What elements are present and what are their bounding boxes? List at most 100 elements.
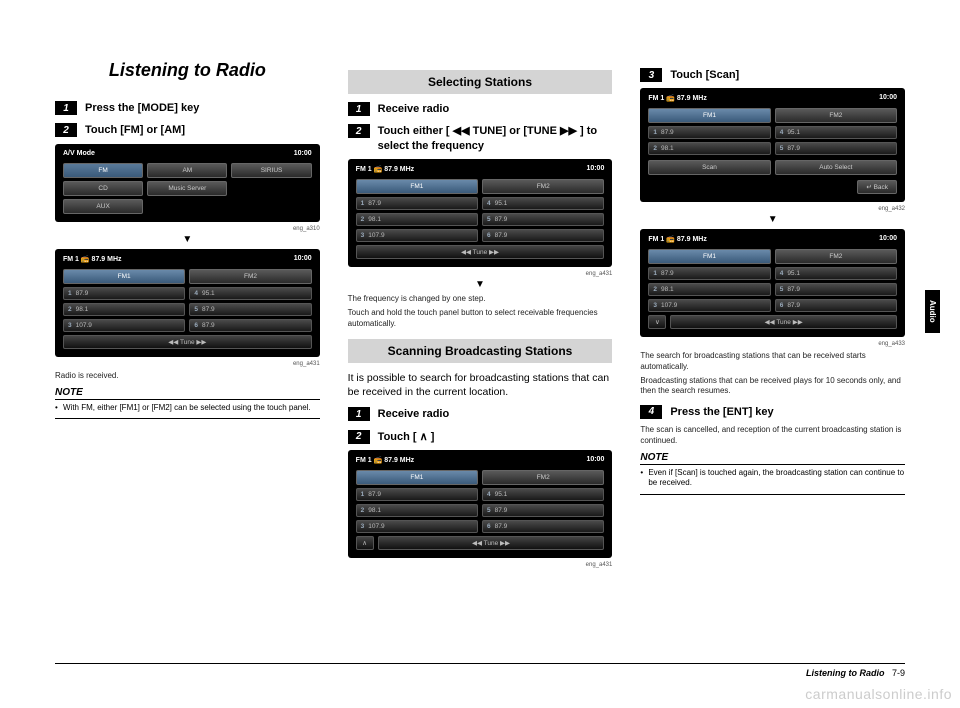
section-heading: Selecting Stations — [348, 70, 613, 94]
preset-1[interactable]: 187.9 — [648, 267, 770, 280]
footer-title: Listening to Radio — [806, 668, 885, 678]
preset-5[interactable]: 587.9 — [482, 504, 604, 517]
step-num-icon: 3 — [640, 68, 662, 82]
screen-clock: 10:00 — [586, 165, 604, 173]
step-text: Press the [MODE] key — [85, 101, 199, 115]
screen-clock: 10:00 — [294, 150, 312, 157]
screenshot-fm-presets: FM 1 📻 87.9 MHz 10:00 FM1 FM2 187.9 495.… — [640, 229, 905, 337]
fm1-tab[interactable]: FM1 — [648, 108, 770, 123]
screen-clock: 10:00 — [879, 94, 897, 102]
fm2-tab[interactable]: FM2 — [775, 108, 897, 123]
aux-button[interactable]: AUX — [63, 199, 143, 214]
fm-button[interactable]: FM — [63, 163, 143, 178]
chevron-up-icon[interactable]: ∧ — [356, 536, 374, 550]
note-item: With FM, either [FM1] or [FM2] can be se… — [55, 403, 320, 419]
step-text: Touch [Scan] — [670, 68, 739, 82]
fm2-tab[interactable]: FM2 — [482, 470, 604, 485]
step-text: Touch [ ∧ ] — [378, 430, 435, 444]
auto-select-button[interactable]: Auto Select — [775, 160, 897, 175]
preset-5[interactable]: 587.9 — [189, 303, 311, 316]
fm2-tab[interactable]: FM2 — [775, 249, 897, 264]
preset-6[interactable]: 687.9 — [482, 229, 604, 242]
screen-clock: 10:00 — [586, 456, 604, 464]
image-label: eng_a431 — [348, 562, 613, 568]
fm2-tab[interactable]: FM2 — [189, 269, 311, 284]
step-2: 2 Touch [ ∧ ] — [348, 430, 613, 444]
music-server-button[interactable]: Music Server — [147, 181, 227, 196]
preset-6[interactable]: 687.9 — [775, 299, 897, 312]
back-button[interactable]: ↵ Back — [857, 180, 897, 194]
preset-4[interactable]: 495.1 — [775, 267, 897, 280]
step-1: 1 Press the [MODE] key — [55, 101, 320, 115]
step-num-icon: 2 — [348, 124, 370, 138]
fm1-tab[interactable]: FM1 — [648, 249, 770, 264]
down-arrow-icon: ▼ — [55, 234, 320, 245]
screenshot-fm-presets: FM 1 📻 87.9 MHz 10:00 FM1 FM2 187.9 495.… — [55, 249, 320, 357]
preset-3[interactable]: 3107.9 — [356, 229, 478, 242]
screen-title: FM 1 📻 87.9 MHz — [63, 255, 122, 263]
tune-bar[interactable]: ◀◀ Tune ▶▶ — [378, 536, 605, 550]
fm1-tab[interactable]: FM1 — [63, 269, 185, 284]
note-item: Even if [Scan] is touched again, the bro… — [640, 468, 905, 495]
footer-page: 7-9 — [892, 668, 905, 678]
preset-6[interactable]: 687.9 — [189, 319, 311, 332]
section-heading: Scanning Broadcasting Stations — [348, 339, 613, 363]
preset-3[interactable]: 3107.9 — [63, 319, 185, 332]
image-label: eng_a431 — [348, 271, 613, 277]
step-1: 1 Receive radio — [348, 407, 613, 421]
side-tab-audio: Audio — [925, 290, 940, 333]
preset-1[interactable]: 187.9 — [356, 488, 478, 501]
sirius-button[interactable]: SIRIUS — [231, 163, 311, 178]
image-label: eng_a310 — [55, 226, 320, 232]
tune-bar[interactable]: ◀◀ Tune ▶▶ — [356, 245, 605, 259]
tune-bar[interactable]: ◀◀ Tune ▶▶ — [670, 315, 897, 329]
scan-button[interactable]: Scan — [648, 160, 770, 175]
preset-4[interactable]: 495.1 — [482, 197, 604, 210]
page-title: Listening to Radio — [55, 60, 320, 81]
step-num-icon: 1 — [348, 102, 370, 116]
preset-4[interactable]: 495.1 — [189, 287, 311, 300]
step-text: Touch [FM] or [AM] — [85, 123, 185, 137]
preset-1[interactable]: 187.9 — [648, 126, 770, 139]
preset-2[interactable]: 298.1 — [648, 283, 770, 296]
step-text: Receive radio — [378, 407, 450, 421]
preset-6[interactable]: 687.9 — [482, 520, 604, 533]
preset-5[interactable]: 587.9 — [775, 142, 897, 155]
step-num-icon: 4 — [640, 405, 662, 419]
step-4: 4 Press the [ENT] key — [640, 405, 905, 419]
screen-clock: 10:00 — [879, 235, 897, 243]
image-label: eng_a433 — [640, 341, 905, 347]
page-footer: Listening to Radio 7-9 — [55, 663, 905, 678]
cd-button[interactable]: CD — [63, 181, 143, 196]
screen-title: FM 1 📻 87.9 MHz — [648, 235, 707, 243]
preset-5[interactable]: 587.9 — [482, 213, 604, 226]
fm1-tab[interactable]: FM1 — [356, 179, 478, 194]
column-1: Listening to Radio 1 Press the [MODE] ke… — [55, 60, 320, 568]
preset-2[interactable]: 298.1 — [356, 504, 478, 517]
preset-5[interactable]: 587.9 — [775, 283, 897, 296]
note-heading: NOTE — [55, 387, 320, 400]
preset-3[interactable]: 3107.9 — [648, 299, 770, 312]
image-label: eng_a432 — [640, 206, 905, 212]
chevron-down-icon[interactable]: ∨ — [648, 315, 666, 329]
description: The frequency is changed by one step. — [348, 294, 613, 304]
am-button[interactable]: AM — [147, 163, 227, 178]
preset-3[interactable]: 3107.9 — [356, 520, 478, 533]
step-num-icon: 2 — [55, 123, 77, 137]
description: The scan is cancelled, and reception of … — [640, 425, 905, 446]
preset-1[interactable]: 187.9 — [63, 287, 185, 300]
page-body: Listening to Radio 1 Press the [MODE] ke… — [55, 60, 905, 568]
screenshot-fm-presets: FM 1 📻 87.9 MHz 10:00 FM1 FM2 187.9 495.… — [348, 159, 613, 267]
intro-text: It is possible to search for broadcastin… — [348, 371, 613, 399]
fm1-tab[interactable]: FM1 — [356, 470, 478, 485]
preset-2[interactable]: 298.1 — [63, 303, 185, 316]
tune-bar[interactable]: ◀◀ Tune ▶▶ — [63, 335, 312, 349]
preset-2[interactable]: 298.1 — [648, 142, 770, 155]
description: Broadcasting stations that can be receiv… — [640, 376, 905, 397]
step-num-icon: 1 — [348, 407, 370, 421]
preset-4[interactable]: 495.1 — [482, 488, 604, 501]
preset-1[interactable]: 187.9 — [356, 197, 478, 210]
preset-2[interactable]: 298.1 — [356, 213, 478, 226]
preset-4[interactable]: 495.1 — [775, 126, 897, 139]
fm2-tab[interactable]: FM2 — [482, 179, 604, 194]
